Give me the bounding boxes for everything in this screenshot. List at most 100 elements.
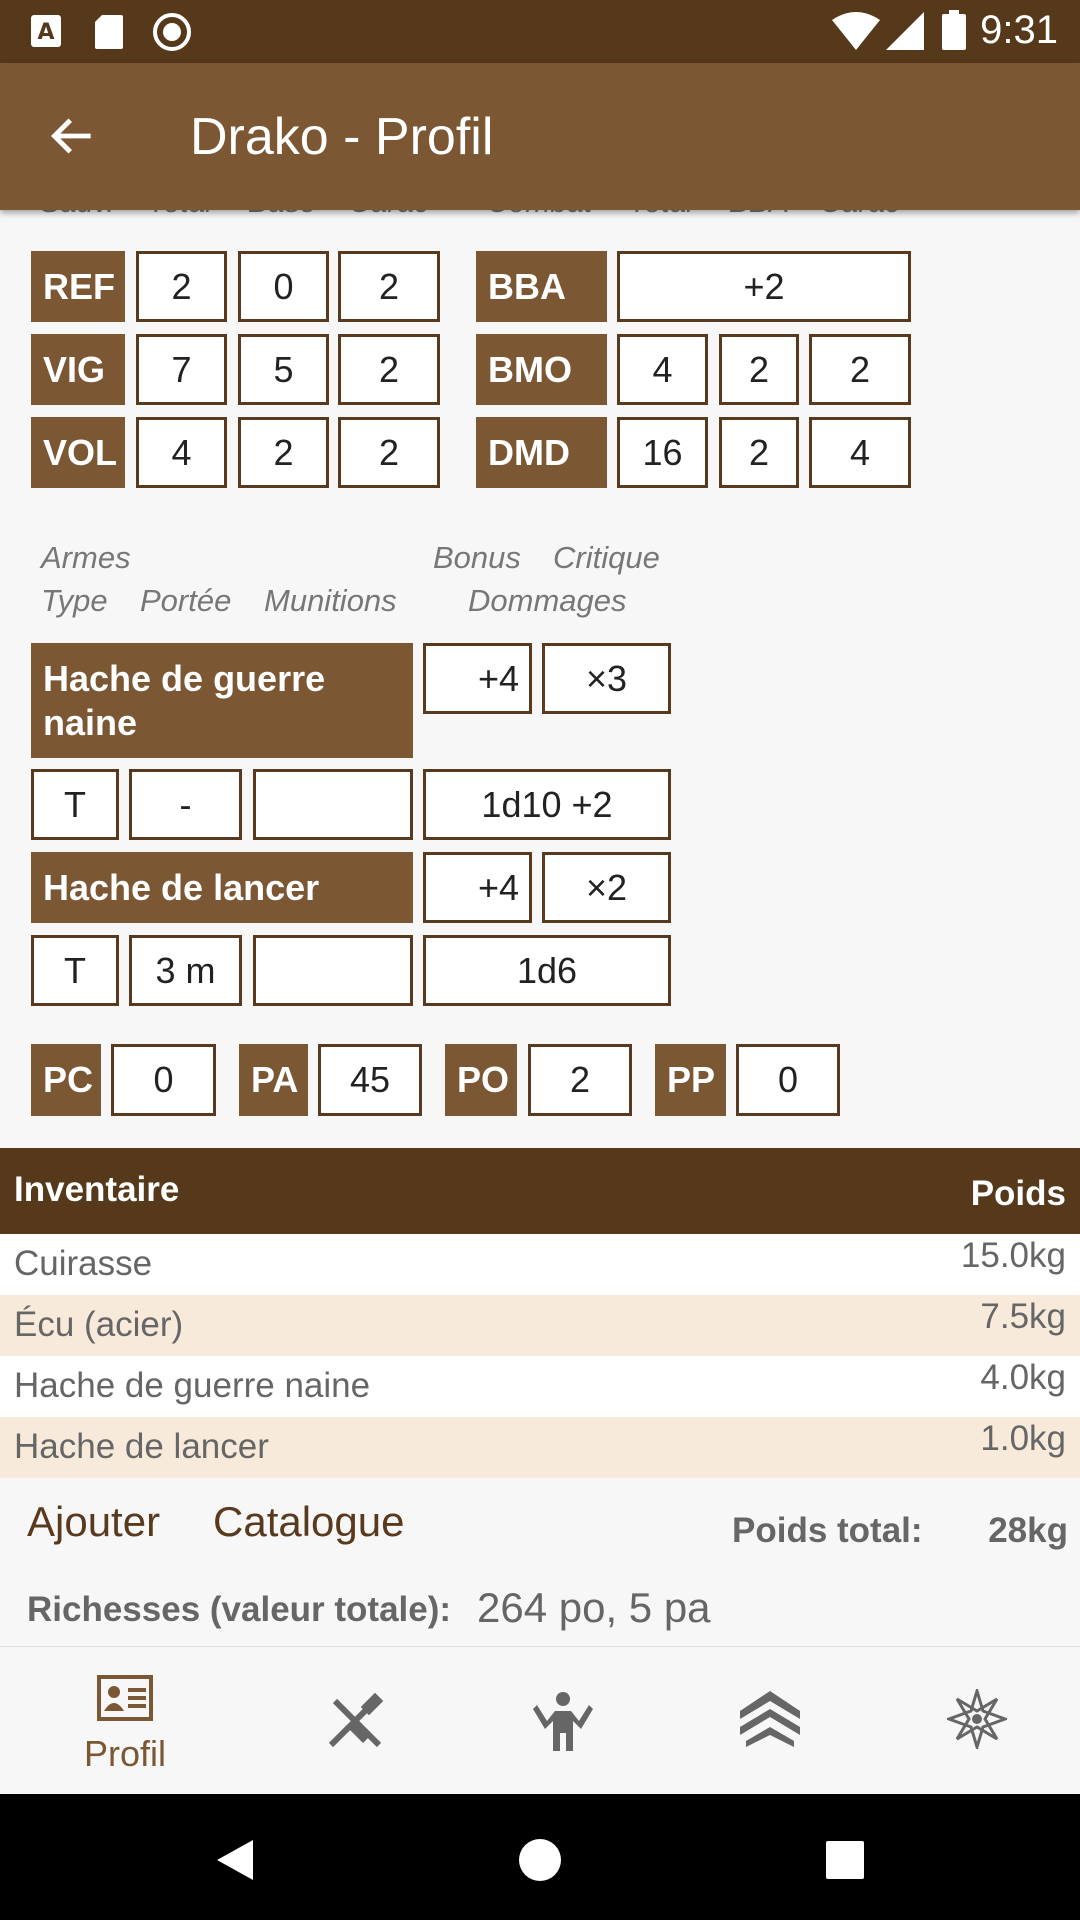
save-ref-base[interactable]: 0	[238, 251, 329, 322]
coin-pa-label: PA	[239, 1044, 308, 1116]
save-ref-carac[interactable]: 2	[338, 251, 440, 322]
save-vig-base[interactable]: 5	[238, 334, 329, 405]
battery-icon	[942, 10, 966, 50]
coin-pc-label: PC	[31, 1044, 101, 1116]
save-vol-total[interactable]: 4	[136, 417, 227, 488]
sd-card-icon	[95, 15, 123, 49]
inventory-weight-header: Poids	[970, 1174, 1066, 1213]
rank-icon	[740, 1691, 800, 1747]
weapons-icon	[328, 1692, 384, 1748]
catalog-button[interactable]: Catalogue	[213, 1498, 404, 1546]
record-icon	[153, 13, 191, 51]
save-vol-label: VOL	[31, 417, 125, 488]
save-vig-label: VIG	[31, 334, 125, 405]
inventory-row[interactable]: Hache de lancer 1.0kg	[0, 1417, 1080, 1478]
combat-dmd-total[interactable]: 16	[617, 417, 708, 488]
inventory-title: Inventaire	[14, 1170, 180, 1209]
weapons-caption-dommages: Dommages	[468, 583, 627, 618]
inventory-item-weight: 4.0kg	[980, 1358, 1066, 1397]
clock: 9:31	[980, 8, 1058, 52]
coin-po-label: PO	[445, 1044, 517, 1116]
system-navigation-bar	[0, 1794, 1080, 1920]
status-bar: A 9:31	[0, 0, 1080, 63]
weapon-critical[interactable]: ×3	[542, 643, 671, 714]
inventory-item-weight: 1.0kg	[980, 1419, 1066, 1458]
nav-profil-label: Profil	[83, 1733, 167, 1774]
weapon-bonus[interactable]: +4	[423, 643, 532, 714]
nav-weapons[interactable]	[247, 1647, 463, 1795]
total-weight-value: 28kg	[988, 1511, 1068, 1550]
add-item-button[interactable]: Ajouter	[27, 1498, 160, 1546]
weapons-caption-type: Type	[41, 583, 108, 618]
weapon-damage[interactable]: 1d6	[423, 935, 671, 1006]
signal-icon	[886, 12, 924, 50]
combat-dmd-carac[interactable]: 4	[809, 417, 911, 488]
weapons-caption-critique: Critique	[553, 540, 660, 575]
save-ref-total[interactable]: 2	[136, 251, 227, 322]
inventory-item-weight: 7.5kg	[980, 1297, 1066, 1336]
inventory-item-name: Cuirasse	[14, 1244, 153, 1283]
profile-card-icon	[97, 1675, 153, 1721]
back-arrow-icon[interactable]	[44, 108, 100, 164]
weapons-caption-bonus: Bonus	[433, 540, 521, 575]
bottom-navigation: Profil	[0, 1646, 1080, 1794]
nav-magic[interactable]	[869, 1647, 1080, 1795]
combat-dmd-label: DMD	[476, 417, 607, 488]
nav-rank[interactable]	[662, 1647, 878, 1795]
system-home-icon[interactable]	[518, 1838, 562, 1882]
inventory-item-name: Hache de guerre naine	[14, 1366, 371, 1405]
save-vol-base[interactable]: 2	[238, 417, 329, 488]
nav-profil[interactable]: Profil	[17, 1647, 233, 1795]
nav-character[interactable]	[455, 1647, 671, 1795]
save-vig-total[interactable]: 7	[136, 334, 227, 405]
wealth-label: Richesses (valeur totale):	[27, 1590, 452, 1629]
character-icon	[533, 1692, 593, 1751]
a-notification-icon: A	[31, 15, 61, 47]
inventory-row[interactable]: Écu (acier) 7.5kg	[0, 1295, 1080, 1356]
wealth-value: 264 po, 5 pa	[477, 1584, 711, 1631]
total-weight-label: Poids total:	[732, 1511, 923, 1550]
weapon-critical[interactable]: ×2	[542, 852, 671, 923]
combat-bmo-label: BMO	[476, 334, 607, 405]
weapon-bonus[interactable]: +4	[423, 852, 532, 923]
weapon-damage[interactable]: 1d10 +2	[423, 769, 671, 840]
coin-pa-value[interactable]: 45	[318, 1044, 422, 1116]
combat-bmo-bba[interactable]: 2	[719, 334, 799, 405]
weapon-ammo[interactable]	[253, 935, 413, 1006]
svg-text:A: A	[37, 20, 54, 45]
weapon-ammo[interactable]	[253, 769, 413, 840]
weapon-name[interactable]: Hache de guerre naine	[31, 643, 413, 758]
save-vig-carac[interactable]: 2	[338, 334, 440, 405]
coin-pp-label: PP	[655, 1044, 726, 1116]
inventory-item-name: Hache de lancer	[14, 1427, 269, 1466]
coin-po-value[interactable]: 2	[528, 1044, 632, 1116]
inventory-item-weight: 15.0kg	[960, 1236, 1066, 1275]
weapon-range[interactable]: -	[129, 769, 242, 840]
weapons-caption-portee: Portée	[140, 583, 232, 618]
save-ref-label: REF	[31, 251, 125, 322]
save-vol-carac[interactable]: 2	[338, 417, 440, 488]
weapon-type[interactable]: T	[31, 769, 119, 840]
combat-bmo-total[interactable]: 4	[617, 334, 708, 405]
inventory-item-name: Écu (acier)	[14, 1305, 184, 1344]
combat-bmo-carac[interactable]: 2	[809, 334, 911, 405]
coin-pp-value[interactable]: 0	[736, 1044, 840, 1116]
app-bar: Drako - Profil	[0, 63, 1080, 210]
coin-pc-value[interactable]: 0	[111, 1044, 216, 1116]
page-title: Drako - Profil	[190, 108, 494, 166]
weapons-caption-munitions: Munitions	[264, 583, 397, 618]
weapon-type[interactable]: T	[31, 935, 119, 1006]
magic-star-icon	[947, 1689, 1007, 1749]
inventory-row[interactable]: Cuirasse 15.0kg	[0, 1234, 1080, 1295]
combat-bba-label: BBA	[476, 251, 607, 322]
combat-dmd-bba[interactable]: 2	[719, 417, 799, 488]
system-back-icon[interactable]	[213, 1838, 257, 1882]
wifi-icon	[832, 12, 880, 50]
combat-bba-value[interactable]: +2	[617, 251, 911, 322]
weapon-range[interactable]: 3 m	[129, 935, 242, 1006]
system-recents-icon[interactable]	[825, 1840, 865, 1880]
inventory-row[interactable]: Hache de guerre naine 4.0kg	[0, 1356, 1080, 1417]
inventory-header: Inventaire Poids	[0, 1148, 1080, 1234]
weapons-caption-armes: Armes	[41, 540, 131, 575]
weapon-name[interactable]: Hache de lancer	[31, 852, 413, 923]
